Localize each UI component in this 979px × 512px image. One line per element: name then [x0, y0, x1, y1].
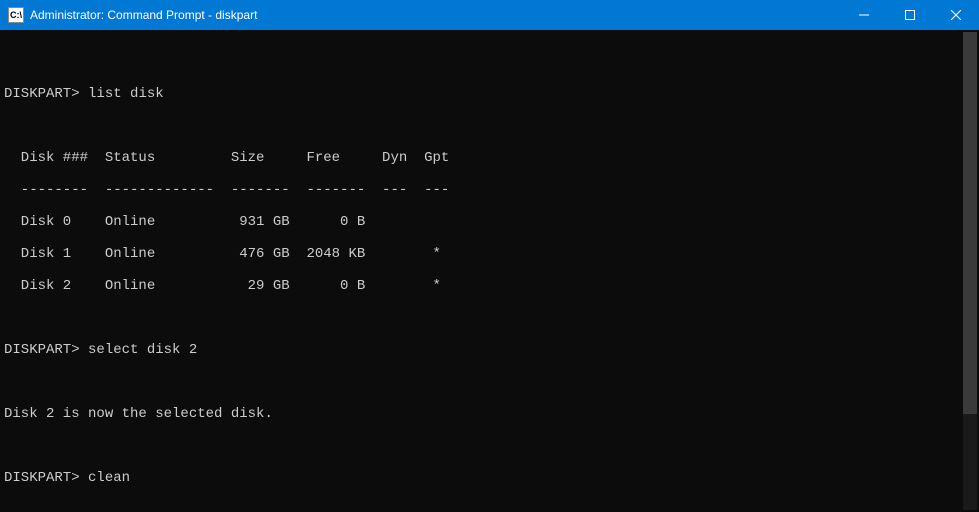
window-titlebar: C:\ Administrator: Command Prompt - disk… — [0, 0, 979, 30]
cmd-icon: C:\ — [8, 7, 24, 23]
minimize-button[interactable] — [841, 0, 887, 30]
command-text: list disk — [88, 86, 164, 102]
prompt-line: DISKPART> select disk 2 — [4, 342, 973, 358]
table-row: Disk 2 Online 29 GB 0 B * — [4, 278, 973, 294]
command-text: clean — [88, 470, 130, 486]
vertical-scrollbar[interactable] — [963, 32, 977, 510]
status-message: Disk 2 is now the selected disk. — [4, 406, 973, 422]
diskpart-prompt: DISKPART> — [4, 342, 80, 358]
window-title: Administrator: Command Prompt - diskpart — [30, 8, 257, 22]
table-divider: -------- ------------- ------- ------- -… — [4, 182, 973, 198]
prompt-line: DISKPART> list disk — [4, 86, 973, 102]
window-controls — [841, 0, 979, 30]
blank-line — [4, 438, 973, 454]
prompt-line: DISKPART> clean — [4, 470, 973, 486]
blank-line — [4, 310, 973, 326]
table-header: Disk ### Status Size Free Dyn Gpt — [4, 150, 973, 166]
terminal-output[interactable]: DISKPART> list disk Disk ### Status Size… — [0, 30, 979, 512]
maximize-button[interactable] — [887, 0, 933, 30]
diskpart-prompt: DISKPART> — [4, 86, 80, 102]
blank-line — [4, 502, 973, 512]
blank-line — [4, 374, 973, 390]
table-row: Disk 0 Online 931 GB 0 B — [4, 214, 973, 230]
blank-line — [4, 118, 973, 134]
table-row: Disk 1 Online 476 GB 2048 KB * — [4, 246, 973, 262]
diskpart-prompt: DISKPART> — [4, 470, 80, 486]
scrollbar-thumb[interactable] — [963, 32, 977, 414]
blank-line — [4, 54, 973, 70]
close-button[interactable] — [933, 0, 979, 30]
command-text: select disk 2 — [88, 342, 197, 358]
